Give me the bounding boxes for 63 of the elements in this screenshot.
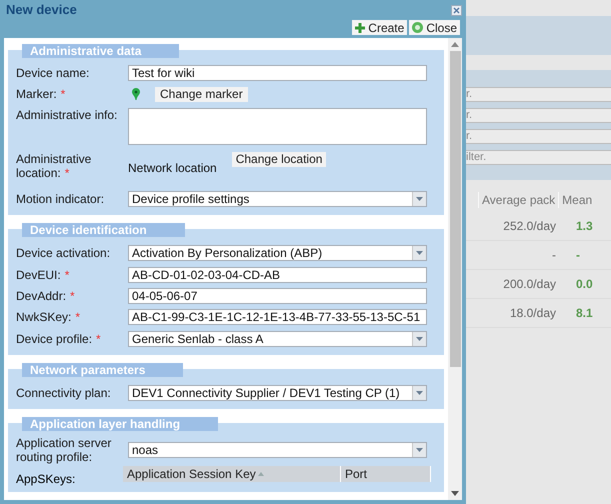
- caret-icon: [416, 336, 423, 340]
- change-location-button[interactable]: Change location: [232, 152, 326, 167]
- table-cell-text: 18.0/day: [508, 305, 557, 322]
- dropdown-button[interactable]: [412, 443, 426, 457]
- text-area[interactable]: [128, 108, 427, 145]
- map-pin-icon: [132, 88, 140, 100]
- field-label: AppSKeys:: [16, 472, 76, 486]
- field-label: Administrative info:: [16, 108, 118, 122]
- location-value: Network location: [128, 160, 217, 177]
- field-label: Device activation:: [16, 246, 110, 260]
- table-cell-text: -: [575, 247, 580, 264]
- caret-icon: [416, 250, 423, 254]
- caret-icon: [416, 448, 423, 452]
- plus-icon: [355, 22, 366, 32]
- dropdown-button[interactable]: [412, 386, 426, 400]
- select-field[interactable]: Activation By Personalization (ABP): [128, 244, 427, 260]
- table-cell-text: 8.1: [575, 305, 593, 322]
- column-header[interactable]: Port: [341, 466, 431, 482]
- scrollbar[interactable]: [448, 38, 462, 500]
- close-icon[interactable]: [451, 4, 462, 16]
- close-button[interactable]: Close: [409, 20, 460, 35]
- text-field[interactable]: AB-CD-01-02-03-04-CD-AB: [128, 266, 427, 282]
- scrollbar-thumb[interactable]: [450, 51, 460, 367]
- field-label: DevAddr: *: [16, 288, 75, 302]
- table-cell-text: 200.0/day: [502, 276, 557, 293]
- field-label: Connectivity plan:: [16, 386, 111, 400]
- field-label: Application server routing profile:: [16, 436, 112, 464]
- window-title: New device: [6, 1, 77, 20]
- table-cell-text: 252.0/day: [502, 218, 557, 235]
- field-label: DevEUI: *: [16, 268, 70, 282]
- text-field[interactable]: Test for wiki: [128, 64, 427, 80]
- change-marker-button[interactable]: Change marker: [155, 86, 248, 102]
- field-label: Administrative location: *: [16, 152, 92, 180]
- text-field[interactable]: AB-C1-99-C3-1E-1C-12-1E-13-4B-77-33-55-13-5C-51: [128, 308, 427, 324]
- close-circle-icon: [412, 22, 424, 33]
- select-field[interactable]: Device profile settings: [128, 190, 427, 206]
- scroll-up-icon[interactable]: [451, 42, 459, 47]
- table-cell-text: 1.3: [575, 218, 593, 235]
- caret-icon: [416, 196, 423, 200]
- field-label: Device name:: [16, 66, 90, 80]
- table-cell-text: 0.0: [575, 276, 593, 293]
- dropdown-button[interactable]: [412, 192, 426, 206]
- select-field[interactable]: Generic Senlab - class A: [128, 330, 427, 346]
- field-label: Device profile: *: [16, 332, 101, 346]
- scroll-down-icon[interactable]: [451, 491, 459, 496]
- column-header[interactable]: Average pack: [478, 192, 558, 208]
- field-label: NwkSKey: *: [16, 310, 80, 324]
- caret-icon: [416, 390, 423, 394]
- select-field[interactable]: noas: [128, 442, 427, 458]
- table-cell-text: -: [551, 247, 557, 264]
- section-legend: Network parameters: [22, 363, 184, 377]
- field-label: Marker: *: [16, 87, 66, 101]
- text-field[interactable]: 04-05-06-07: [128, 288, 427, 304]
- section-legend: Device identification: [22, 223, 185, 237]
- field-label: Motion indicator:: [16, 192, 104, 206]
- select-field[interactable]: DEV1 Connectivity Supplier / DEV1 Testing CP (1): [128, 384, 427, 400]
- column-header[interactable]: Mean: [558, 192, 596, 208]
- dropdown-button[interactable]: [412, 246, 426, 260]
- create-button[interactable]: Create: [352, 20, 408, 35]
- section-legend: Application layer handling: [22, 417, 218, 431]
- section-legend: Administrative data: [22, 44, 180, 58]
- dropdown-button[interactable]: [412, 332, 426, 346]
- column-header[interactable]: Application Session Key: [123, 466, 341, 482]
